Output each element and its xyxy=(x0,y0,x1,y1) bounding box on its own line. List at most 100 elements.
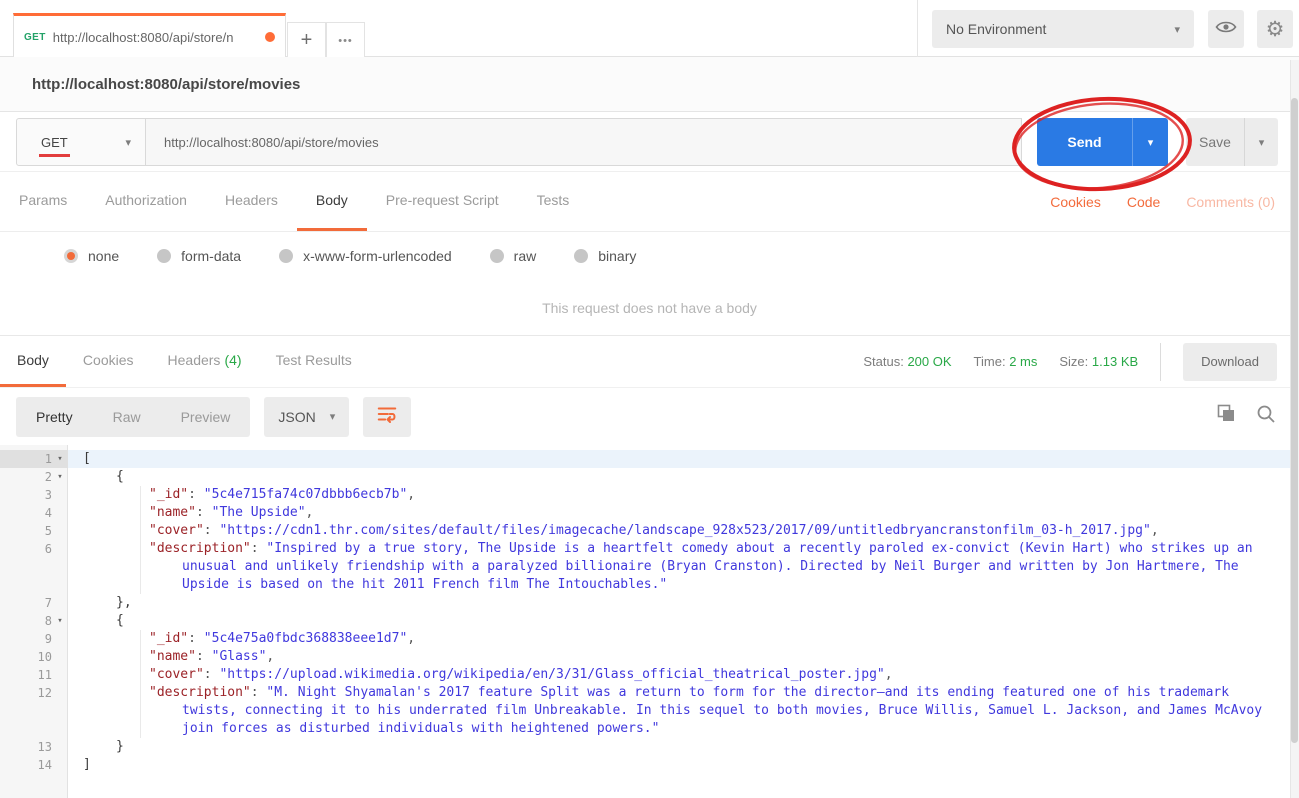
code-text: "cover": "https://cdn1.thr.com/sites/def… xyxy=(68,522,1299,540)
line-number: 3 xyxy=(44,488,52,502)
environment-quicklook-button[interactable] xyxy=(1208,10,1244,48)
response-tab-test-results[interactable]: Test Results xyxy=(259,336,369,387)
gear-icon: ⚙ xyxy=(1265,17,1285,41)
code-line: 8 ▾ { xyxy=(0,612,1299,630)
tab-body[interactable]: Body xyxy=(296,172,367,231)
fold-arrow-icon[interactable]: ▾ xyxy=(52,468,68,486)
tab-tests[interactable]: Tests xyxy=(518,172,589,231)
response-body-viewer[interactable]: 1 ▾[2 ▾{3 "_id": "5c4e715fa74c07dbbb6ecb7b"… xyxy=(0,445,1299,798)
send-button[interactable]: Send xyxy=(1037,118,1132,166)
tab-method-label: GET xyxy=(24,31,46,43)
cookies-link[interactable]: Cookies xyxy=(1050,194,1101,210)
tab-params[interactable]: Params xyxy=(0,172,86,231)
line-number: 14 xyxy=(37,758,52,772)
line-number: 9 xyxy=(44,632,52,646)
line-number-gutter: 8 ▾ xyxy=(0,612,68,630)
request-tabs: Params Authorization Headers Body Pre-re… xyxy=(0,172,1299,232)
time-badge: Time: 2 ms xyxy=(973,354,1038,369)
search-button[interactable] xyxy=(1255,403,1277,430)
format-selector[interactable]: JSON ▾ xyxy=(264,396,350,437)
tab-headers[interactable]: Headers xyxy=(206,172,297,231)
line-number: 5 xyxy=(44,524,52,538)
radio-raw[interactable]: raw xyxy=(489,248,537,264)
line-number: 1 xyxy=(44,452,52,466)
method-selector[interactable]: GET ▾ xyxy=(16,118,146,166)
code-line: 6 "description": "Inspired by a true stor… xyxy=(0,540,1299,594)
tab-authorization[interactable]: Authorization xyxy=(86,172,206,231)
response-tab-headers[interactable]: Headers (4) xyxy=(151,336,259,387)
line-number: 8 xyxy=(44,614,52,628)
line-number-gutter: 7 xyxy=(0,594,68,612)
code-line: 14] xyxy=(0,756,1299,774)
radio-none[interactable]: none xyxy=(64,248,119,264)
new-tab-button[interactable]: + xyxy=(287,22,326,58)
comments-link[interactable]: Comments (0) xyxy=(1186,194,1275,210)
fold-arrow-icon[interactable]: ▾ xyxy=(52,612,68,630)
code-line: 7}, xyxy=(0,594,1299,612)
unsaved-dot-icon xyxy=(265,32,275,42)
send-options-button[interactable]: ▾ xyxy=(1132,118,1168,166)
view-preview[interactable]: Preview xyxy=(161,409,251,425)
code-text: } xyxy=(116,739,124,754)
radio-form-data[interactable]: form-data xyxy=(157,248,241,264)
radio-x-www-form-urlencoded[interactable]: x-www-form-urlencoded xyxy=(279,248,452,264)
code-text: [ xyxy=(68,450,1299,468)
environment-selector[interactable]: No Environment ▾ xyxy=(932,10,1194,48)
response-tab-body[interactable]: Body xyxy=(0,336,66,387)
code-text: "description": "Inspired by a true story… xyxy=(68,540,1299,594)
scrollbar-thumb[interactable] xyxy=(1291,98,1298,743)
settings-button[interactable]: ⚙ xyxy=(1257,10,1293,48)
request-tab[interactable]: GET http://localhost:8080/api/store/n xyxy=(13,13,286,58)
tab-pre-request-script[interactable]: Pre-request Script xyxy=(367,172,518,231)
line-number-gutter: 1 ▾ xyxy=(0,450,68,468)
view-raw[interactable]: Raw xyxy=(93,409,161,425)
code-text: { xyxy=(116,613,124,628)
line-number-gutter: 5 xyxy=(0,522,68,540)
copy-icon xyxy=(1215,403,1237,430)
radio-binary[interactable]: binary xyxy=(574,248,636,264)
tab-url-label: http://localhost:8080/api/store/n xyxy=(52,29,234,45)
fold-arrow-icon[interactable]: ▾ xyxy=(52,450,68,468)
line-number-gutter: 4 xyxy=(0,504,68,522)
code-text: { xyxy=(116,469,124,484)
code-text: "name": "The Upside", xyxy=(68,504,1299,522)
code-line: 9 "_id": "5c4e75a0fbdc368838eee1d7", xyxy=(0,630,1299,648)
code-text: "_id": "5c4e75a0fbdc368838eee1d7", xyxy=(68,630,1299,648)
method-label: GET xyxy=(39,134,70,157)
radio-label: form-data xyxy=(181,248,242,264)
environment-label: No Environment xyxy=(946,21,1047,37)
line-number: 10 xyxy=(37,650,52,664)
line-number-gutter: 10 xyxy=(0,648,68,666)
line-number: 6 xyxy=(44,542,52,556)
copy-button[interactable] xyxy=(1215,403,1237,430)
code-text: "cover": "https://upload.wikimedia.org/w… xyxy=(68,666,1299,684)
size-badge: Size: 1.13 KB xyxy=(1059,354,1139,369)
more-tabs-button[interactable]: ••• xyxy=(326,22,365,58)
line-number: 11 xyxy=(37,668,52,682)
code-link[interactable]: Code xyxy=(1127,194,1160,210)
line-number: 4 xyxy=(44,506,52,520)
line-number: 7 xyxy=(44,596,52,610)
code-line: 13} xyxy=(0,738,1299,756)
vertical-scrollbar[interactable] xyxy=(1290,60,1299,798)
response-tab-cookies[interactable]: Cookies xyxy=(66,336,151,387)
view-pretty[interactable]: Pretty xyxy=(16,409,93,425)
code-line: 1 ▾[ xyxy=(0,450,1299,468)
line-number: 13 xyxy=(37,740,52,754)
line-number-gutter: 9 xyxy=(0,630,68,648)
search-icon xyxy=(1255,403,1277,430)
code-text: "description": "M. Night Shyamalan's 201… xyxy=(68,684,1299,738)
url-input[interactable] xyxy=(146,118,1022,166)
save-options-button[interactable]: ▾ xyxy=(1244,118,1278,166)
code-line: 5 "cover": "https://cdn1.thr.com/sites/de… xyxy=(0,522,1299,540)
download-button[interactable]: Download xyxy=(1183,342,1277,381)
chevron-down-icon: ▾ xyxy=(1258,136,1265,149)
save-button[interactable]: Save xyxy=(1186,118,1244,166)
status-badge: Status: 200 OK xyxy=(863,354,952,369)
line-number-gutter: 13 xyxy=(0,738,68,756)
request-title-bar: http://localhost:8080/api/store/movies xyxy=(0,57,1299,112)
wrap-text-button[interactable] xyxy=(363,396,412,437)
code-line: 10 "name": "Glass", xyxy=(0,648,1299,666)
body-type-options: none form-data x-www-form-urlencoded raw… xyxy=(0,232,1299,280)
radio-label: raw xyxy=(513,248,537,264)
